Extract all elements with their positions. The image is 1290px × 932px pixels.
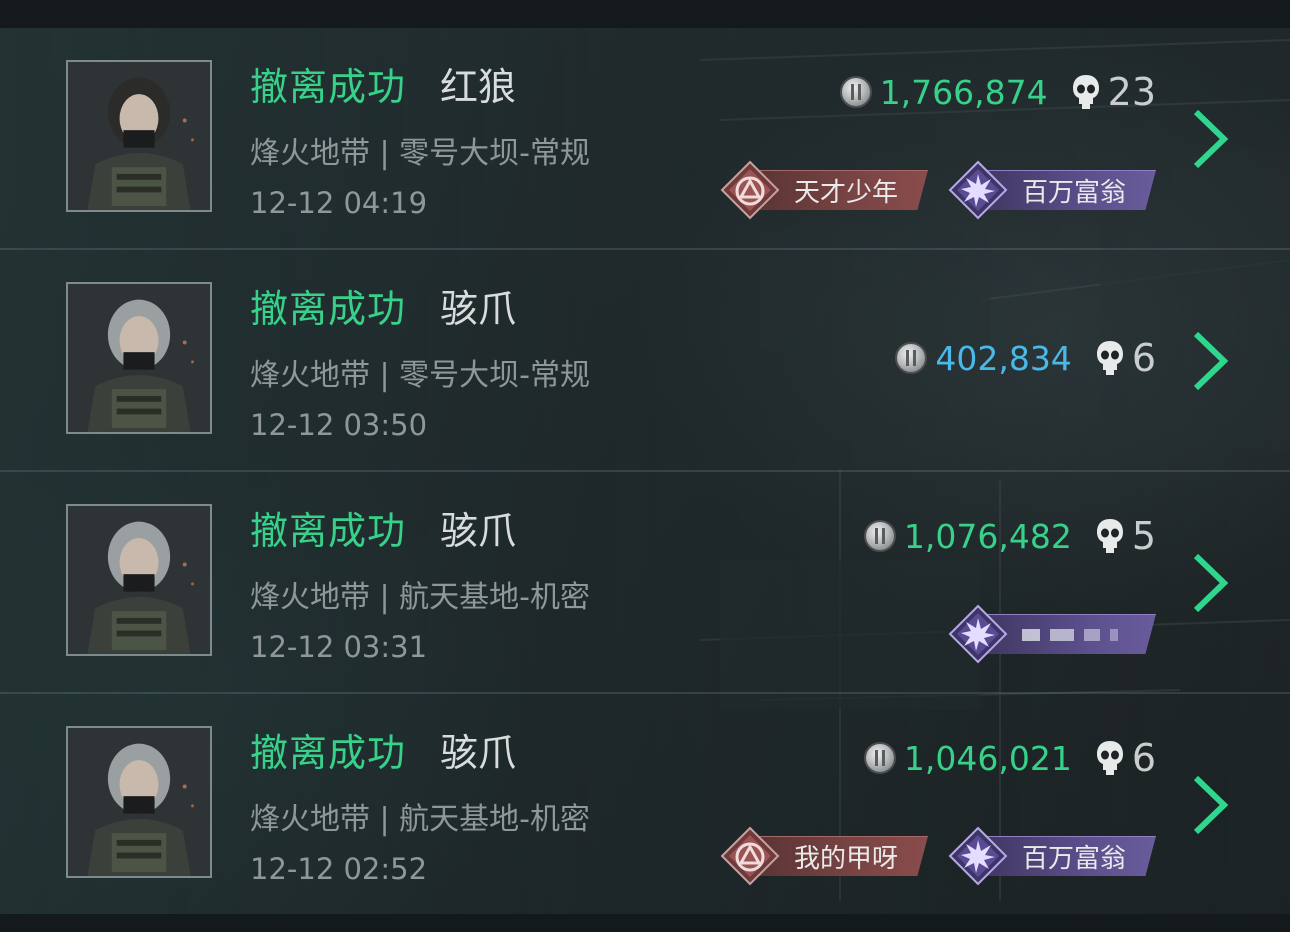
operator-portrait-icon — [68, 62, 210, 210]
skull-icon — [1096, 519, 1123, 553]
loot-value-group: 402,834 6 — [895, 336, 1156, 380]
match-time: 12-12 03:31 — [250, 630, 428, 664]
loot-value: 1,076,482 — [903, 516, 1072, 556]
extraction-status: 撤离成功 — [250, 509, 407, 553]
match-time: 12-12 03:50 — [250, 408, 428, 442]
game-mode-map: 烽火地带 | 航天基地-机密 — [250, 802, 591, 837]
skull-icon — [1096, 741, 1123, 775]
game-mode-map: 烽火地带 | 零号大坝-常规 — [250, 358, 591, 393]
bottom-bar — [0, 914, 1290, 932]
silver-coin-icon — [863, 520, 896, 552]
loot-value-group: 1,076,482 5 — [863, 514, 1156, 558]
loot-value-group: 1,046,021 6 — [863, 736, 1156, 780]
game-mode-map: 烽火地带 | 航天基地-机密 — [250, 580, 591, 615]
chevron-right-icon[interactable] — [1190, 330, 1230, 392]
operator-portrait-icon — [68, 284, 210, 432]
silver-coin-icon — [863, 742, 896, 774]
loot-value: 1,046,021 — [903, 738, 1072, 778]
match-history-list: 撤离成功 红狼 烽火地带 | 零号大坝-常规 12-12 04:19 1,766… — [0, 28, 1290, 916]
loot-value: 402,834 — [935, 338, 1072, 378]
match-record-row[interactable]: 撤离成功 骇爪 烽火地带 | 航天基地-机密 12-12 03:31 1,076… — [0, 472, 1290, 694]
burst-emblem-icon — [948, 604, 1008, 664]
match-record-row[interactable]: 撤离成功 骇爪 烽火地带 | 航天基地-机密 12-12 02:52 1,046… — [0, 694, 1290, 916]
burst-emblem-icon — [948, 826, 1008, 886]
match-time: 12-12 02:52 — [250, 852, 428, 886]
silver-coin-icon — [839, 76, 872, 108]
skull-icon — [1072, 75, 1099, 109]
triangle-emblem-icon — [720, 826, 780, 886]
chevron-right-icon[interactable] — [1190, 108, 1230, 170]
kill-count: 6 — [1131, 336, 1156, 380]
obscured-badge-text — [1022, 628, 1130, 641]
operator-name: 红狼 — [440, 65, 517, 109]
operator-name: 骇爪 — [440, 731, 517, 775]
burst-emblem-icon — [948, 160, 1008, 220]
loot-value-group: 1,766,874 23 — [839, 70, 1156, 114]
operator-avatar — [66, 60, 212, 212]
chevron-right-icon[interactable] — [1190, 774, 1230, 836]
loot-value: 1,766,874 — [879, 72, 1048, 112]
match-time: 12-12 04:19 — [250, 186, 428, 220]
operator-portrait-icon — [68, 728, 210, 876]
game-mode-map: 烽火地带 | 零号大坝-常规 — [250, 136, 591, 171]
silver-coin-icon — [895, 342, 928, 374]
operator-avatar — [66, 504, 212, 656]
extraction-status: 撤离成功 — [250, 65, 407, 109]
operator-name: 骇爪 — [440, 509, 517, 553]
operator-avatar — [66, 726, 212, 878]
operator-portrait-icon — [68, 506, 210, 654]
operator-name: 骇爪 — [440, 287, 517, 331]
kill-count: 23 — [1107, 70, 1156, 114]
top-bar — [0, 0, 1290, 28]
match-record-row[interactable]: 撤离成功 红狼 烽火地带 | 零号大坝-常规 12-12 04:19 1,766… — [0, 28, 1290, 250]
extraction-status: 撤离成功 — [250, 287, 407, 331]
triangle-emblem-icon — [720, 160, 780, 220]
extraction-status: 撤离成功 — [250, 731, 407, 775]
skull-icon — [1096, 341, 1123, 375]
operator-avatar — [66, 282, 212, 434]
chevron-right-icon[interactable] — [1190, 552, 1230, 614]
kill-count: 6 — [1131, 736, 1156, 780]
kill-count: 5 — [1131, 514, 1156, 558]
match-record-row[interactable]: 撤离成功 骇爪 烽火地带 | 零号大坝-常规 12-12 03:50 402,8… — [0, 250, 1290, 472]
